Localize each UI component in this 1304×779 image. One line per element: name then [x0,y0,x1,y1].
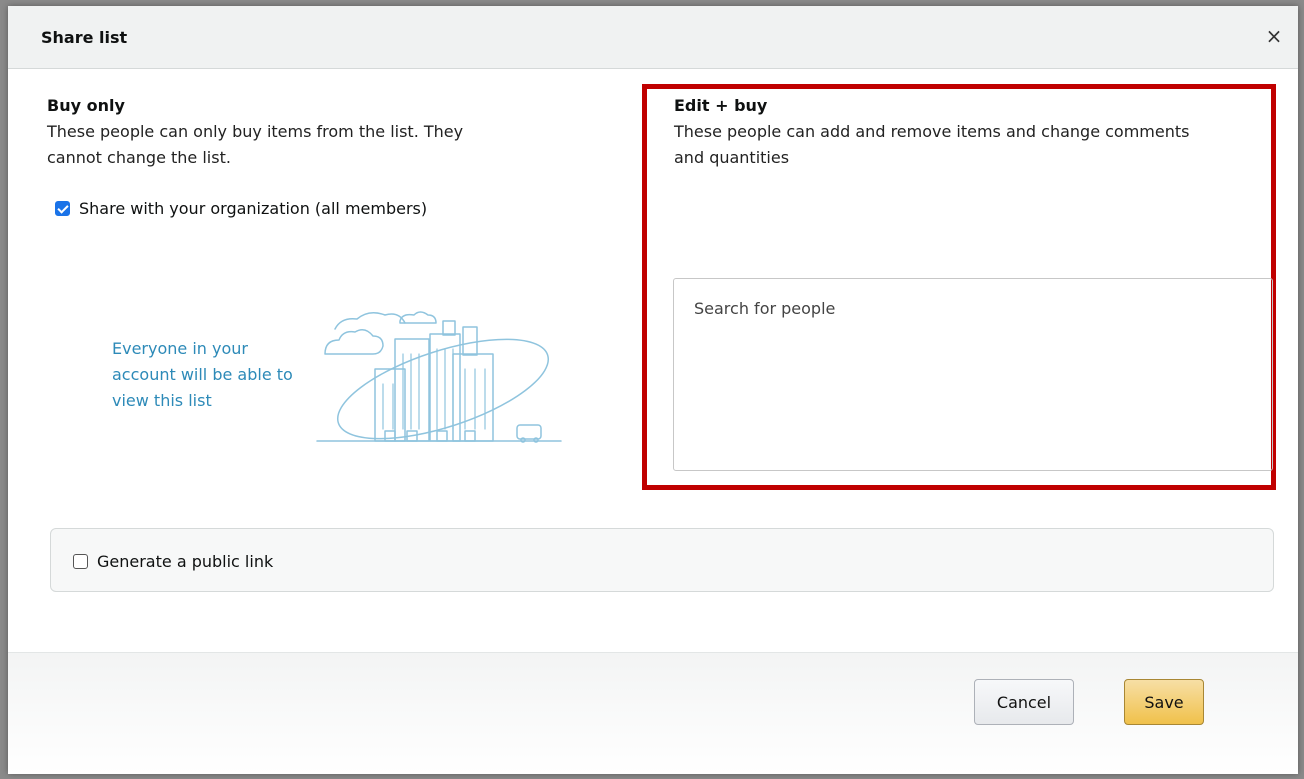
organization-visibility-message: Everyone in your account will be able to… [112,339,293,410]
search-people-placeholder: Search for people [694,299,836,318]
cancel-button[interactable]: Cancel [974,679,1074,725]
public-link-option[interactable]: Generate a public link [73,552,273,571]
city-buildings-icon [316,311,562,443]
save-button[interactable]: Save [1124,679,1204,725]
close-icon[interactable]: × [1262,24,1286,48]
public-link-label: Generate a public link [97,552,274,571]
dialog-title: Share list [41,28,128,47]
public-link-checkbox[interactable] [73,554,88,569]
edit-buy-description: These people can add and remove items an… [674,122,1190,167]
share-organization-option[interactable]: Share with your organization (all member… [55,199,427,218]
dialog-footer: Cancel Save [8,652,1298,774]
dialog-header: Share list × [8,6,1298,69]
buy-only-description: These people can only buy items from the… [47,122,464,167]
buy-only-title: Buy only [47,96,125,115]
search-people-input[interactable]: Search for people [673,278,1273,471]
share-list-dialog: Share list × Buy only These people can o… [8,6,1298,774]
share-organization-label: Share with your organization (all member… [79,199,428,218]
public-link-panel: Generate a public link [50,528,1274,592]
edit-buy-title: Edit + buy [674,96,768,115]
share-organization-checkbox[interactable] [55,201,70,216]
